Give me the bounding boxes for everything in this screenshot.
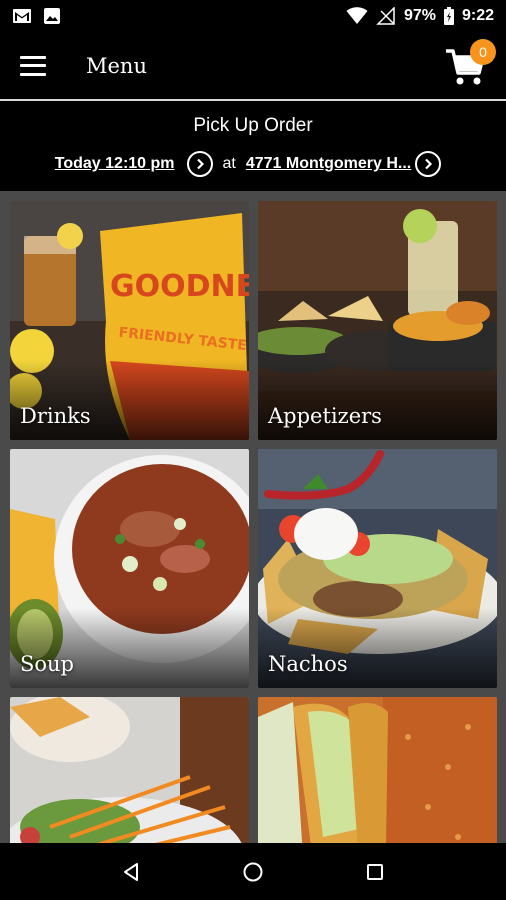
- category-tile-drinks[interactable]: GOODNESS FRIENDLY TASTE Drinks: [10, 201, 249, 440]
- category-tile-soup[interactable]: Soup: [10, 449, 249, 688]
- category-tile-nachos[interactable]: Nachos: [258, 449, 497, 688]
- order-time-link[interactable]: Today 12:10 pm: [55, 155, 175, 173]
- salad-image: [10, 697, 249, 843]
- cart-count-badge: 0: [470, 38, 496, 65]
- app-bar: Menu 0: [0, 32, 506, 99]
- category-tile-6[interactable]: [258, 697, 497, 843]
- page-title: Menu: [86, 53, 147, 78]
- battery-icon: [443, 7, 454, 25]
- category-grid: GOODNESS FRIENDLY TASTE Drinks Appetizer…: [0, 191, 506, 843]
- wifi-icon: [346, 7, 368, 24]
- svg-text:GOODNESS: GOODNESS: [110, 269, 249, 304]
- chevron-right-icon[interactable]: [186, 151, 213, 177]
- category-label: Soup: [20, 652, 74, 676]
- order-info: Pick Up Order Today 12:10 pm at 4771 Mon…: [0, 101, 506, 191]
- category-label: Appetizers: [268, 404, 382, 428]
- order-details: Today 12:10 pm at 4771 Montgomery H...: [0, 151, 506, 177]
- category-tile-5[interactable]: [10, 697, 249, 843]
- category-tile-appetizers[interactable]: Appetizers: [258, 201, 497, 440]
- system-nav-bar: [0, 843, 506, 900]
- battery-percent: 97%: [403, 7, 436, 24]
- image-icon: [44, 8, 60, 24]
- clock: 9:22: [461, 7, 494, 24]
- category-label: Nachos: [268, 652, 348, 676]
- menu-icon[interactable]: [20, 55, 46, 76]
- tacos-image: [258, 697, 497, 843]
- chevron-right-icon[interactable]: [415, 151, 442, 177]
- location-link[interactable]: 4771 Montgomery H...: [246, 155, 411, 173]
- cart-button[interactable]: 0: [444, 38, 496, 87]
- back-icon[interactable]: [116, 857, 146, 887]
- gmail-icon: [13, 9, 31, 23]
- at-label: at: [222, 155, 236, 172]
- status-bar: 97% 9:22: [0, 0, 506, 32]
- signal-icon: [376, 7, 395, 25]
- home-icon[interactable]: [238, 857, 268, 887]
- order-type-label: Pick Up Order: [193, 115, 313, 136]
- recents-icon[interactable]: [360, 857, 390, 887]
- category-label: Drinks: [20, 404, 91, 428]
